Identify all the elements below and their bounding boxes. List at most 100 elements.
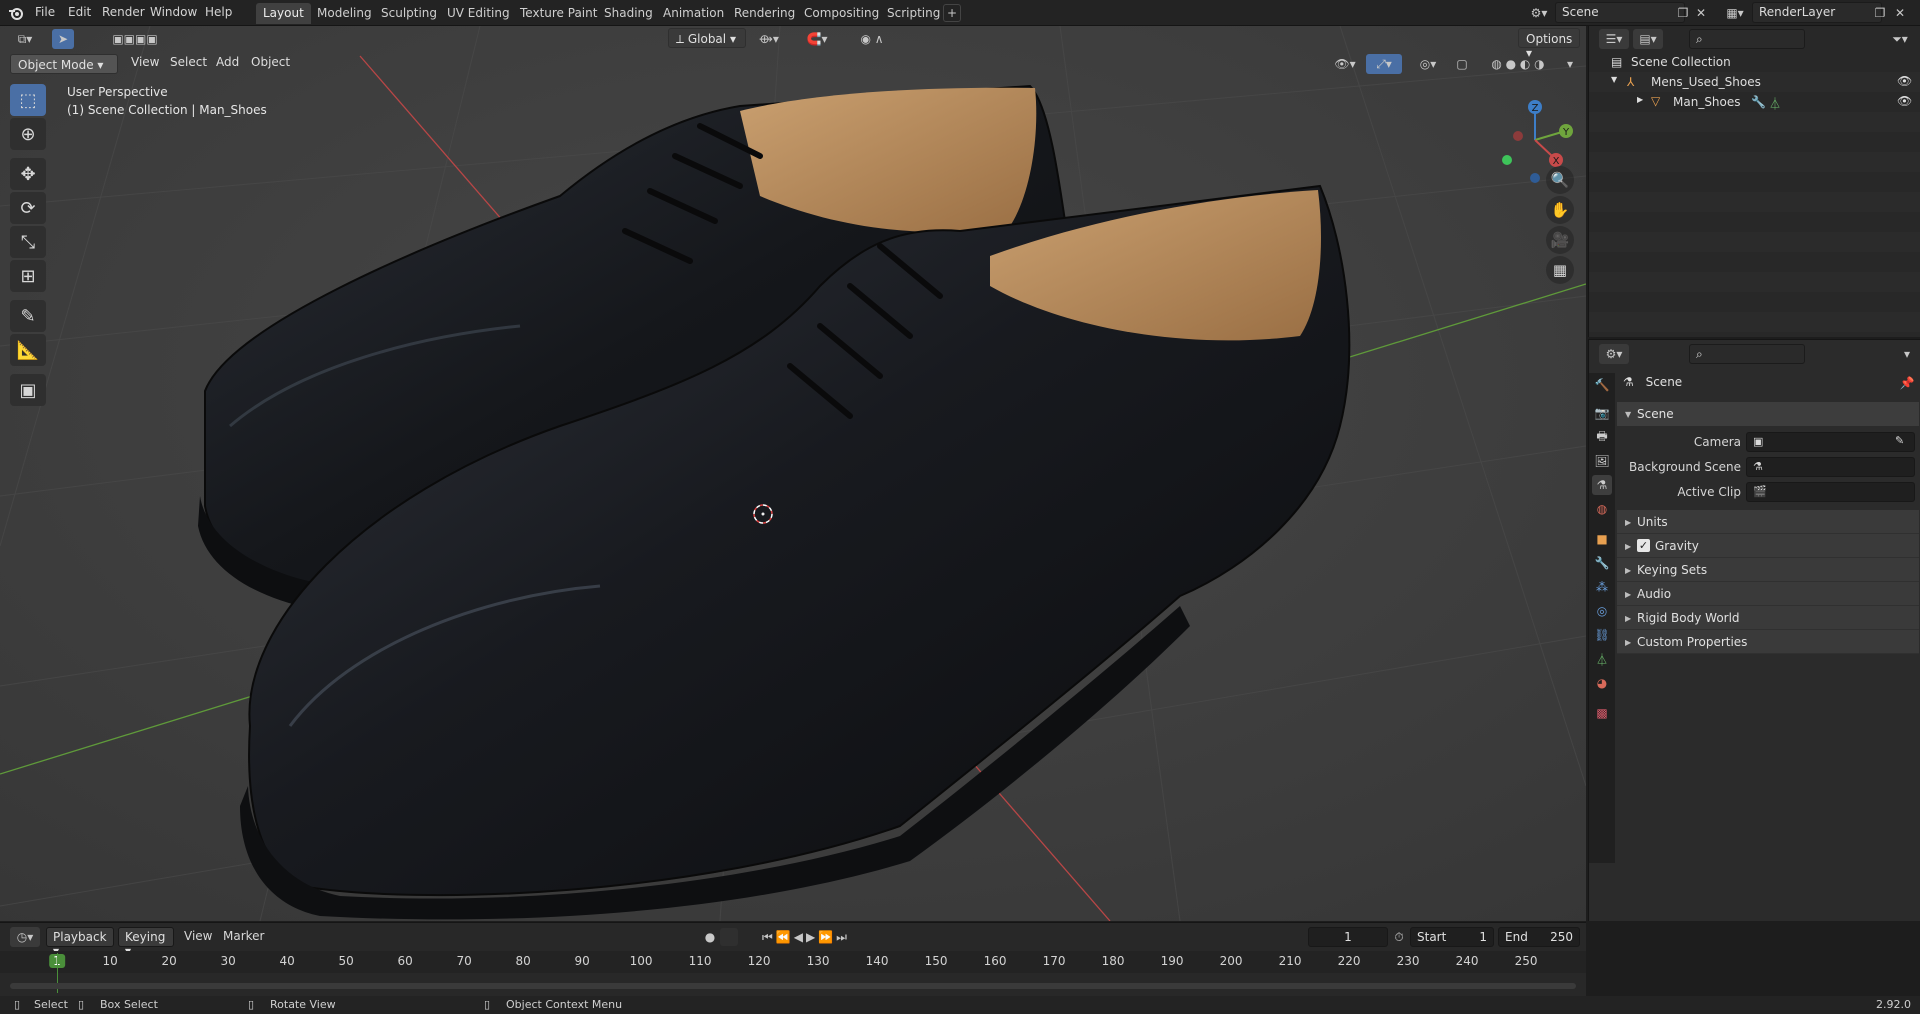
tab-texture-paint[interactable]: Texture Paint: [513, 3, 604, 24]
eyedropper-icon[interactable]: ✎: [1895, 434, 1904, 447]
physics-tab-icon[interactable]: ◎: [1592, 601, 1612, 621]
background-scene-field[interactable]: ⚗: [1746, 457, 1915, 477]
display-mode-icon[interactable]: ▤▾: [1633, 29, 1663, 49]
tab-shading[interactable]: Shading: [597, 3, 660, 24]
texture-tab-icon[interactable]: ▩: [1592, 703, 1612, 723]
gravity-panel-header[interactable]: ▶ ✓ Gravity: [1617, 534, 1919, 558]
select-mode-icon[interactable]: ➤: [52, 29, 74, 49]
scene-panel-header[interactable]: ▼ Scene: [1617, 402, 1919, 426]
rotate-tool-icon[interactable]: ⟳: [10, 192, 46, 224]
view-layer-browse-icon[interactable]: ▦▾: [1720, 3, 1750, 23]
viewport-menu-select[interactable]: Select: [170, 55, 207, 69]
scene-browse-icon[interactable]: ⚙▾: [1524, 3, 1554, 23]
3d-viewport[interactable]: ⧉▾ ➤ ▣▣▣▣ Object Mode ▾ View Select Add …: [0, 26, 1586, 921]
select-box-tool-icon[interactable]: ⬚: [10, 84, 46, 116]
eye-icon[interactable]: 👁: [1897, 74, 1912, 88]
visibility-icon[interactable]: 👁▾: [1330, 54, 1360, 74]
modifiers-tab-icon[interactable]: 🔧: [1592, 553, 1612, 573]
tab-animation[interactable]: Animation: [656, 3, 731, 24]
selection-modes-icon[interactable]: ▣▣▣▣: [88, 29, 182, 49]
camera-view-icon[interactable]: 🎥: [1546, 226, 1574, 254]
gravity-checkbox[interactable]: ✓: [1637, 539, 1650, 552]
shading-options-icon[interactable]: ▾: [1562, 54, 1578, 74]
new-view-layer-icon[interactable]: ❐: [1872, 3, 1888, 23]
pin-icon[interactable]: 📌: [1899, 375, 1915, 391]
audio-panel-header[interactable]: ▶ Audio: [1617, 582, 1919, 606]
modifier-wrench-icon[interactable]: 🔧: [1751, 95, 1766, 109]
scene-name-field[interactable]: Scene: [1555, 2, 1685, 23]
properties-editor-type-icon[interactable]: ⚙▾: [1599, 344, 1629, 364]
shading-modes-icon[interactable]: ◍ ● ◐ ◑: [1478, 54, 1558, 74]
outliner-row-object[interactable]: ▶ ▽ Man_Shoes 🔧 ⏃ 👁: [1589, 92, 1920, 112]
expand-arrow-icon[interactable]: ▼: [1611, 75, 1617, 84]
rigid-body-world-panel-header[interactable]: ▶ Rigid Body World: [1617, 606, 1919, 630]
custom-properties-panel-header[interactable]: ▶ Custom Properties: [1617, 630, 1919, 654]
filter-icon[interactable]: ⏷▾: [1885, 29, 1915, 49]
blender-logo-icon[interactable]: [6, 3, 26, 23]
move-tool-icon[interactable]: ✥: [10, 158, 46, 190]
delete-view-layer-icon[interactable]: ✕: [1892, 3, 1908, 23]
ortho-grid-icon[interactable]: ▦: [1546, 256, 1574, 284]
xray-icon[interactable]: ▢: [1452, 54, 1472, 74]
menu-help[interactable]: Help: [205, 5, 232, 19]
gizmos-icon[interactable]: ⤢▾: [1366, 54, 1402, 74]
tool-tab-icon[interactable]: 🔨: [1592, 375, 1612, 395]
viewport-menu-add[interactable]: Add: [216, 55, 239, 69]
constraints-tab-icon[interactable]: ⛓: [1592, 625, 1612, 645]
outliner-row-collection[interactable]: ▼ ⅄ Mens_Used_Shoes 👁: [1589, 72, 1920, 92]
frame-tick-label: 120: [747, 954, 771, 968]
transform-orientation-dropdown[interactable]: ⟂ Global ▾: [668, 28, 746, 48]
new-scene-icon[interactable]: ❐: [1675, 3, 1691, 23]
object-mode-dropdown[interactable]: Object Mode ▾: [10, 54, 118, 74]
data-tab-icon[interactable]: ⏃: [1592, 649, 1612, 669]
annotate-tool-icon[interactable]: ✎: [10, 300, 46, 332]
snapping-icon[interactable]: 🧲▾: [790, 29, 844, 49]
scale-tool-icon[interactable]: ⤡: [10, 226, 46, 258]
view-layer-field[interactable]: RenderLayer: [1752, 2, 1882, 23]
zoom-icon[interactable]: 🔍: [1546, 166, 1574, 194]
menu-edit[interactable]: Edit: [68, 5, 91, 19]
object-tab-icon[interactable]: ■: [1592, 529, 1612, 549]
add-workspace-icon[interactable]: +: [943, 4, 961, 22]
add-cube-tool-icon[interactable]: ▣: [10, 374, 46, 406]
tab-uv-editing[interactable]: UV Editing: [440, 3, 517, 24]
outliner-search-input[interactable]: ⌕: [1689, 29, 1805, 49]
keying-sets-panel-header[interactable]: ▶ Keying Sets: [1617, 558, 1919, 582]
properties-options-icon[interactable]: ▾: [1897, 344, 1917, 364]
menu-window[interactable]: Window: [150, 5, 197, 19]
proportional-editing-icon[interactable]: ◉ ∧: [850, 29, 894, 49]
tab-layout[interactable]: Layout: [256, 3, 311, 24]
tab-compositing[interactable]: Compositing: [797, 3, 886, 24]
tab-sculpting[interactable]: Sculpting: [374, 3, 444, 24]
outliner-editor-type-icon[interactable]: ☰▾: [1599, 29, 1629, 49]
menu-file[interactable]: File: [35, 5, 55, 19]
viewport-menu-object[interactable]: Object: [251, 55, 290, 69]
eye-icon[interactable]: 👁: [1897, 94, 1912, 108]
active-clip-field[interactable]: 🎬: [1746, 482, 1915, 502]
outliner-row-scene-collection[interactable]: ▤ Scene Collection: [1589, 52, 1920, 72]
timeline-scrollbar[interactable]: [10, 983, 1576, 989]
camera-field[interactable]: ▣ ✎: [1746, 432, 1915, 452]
tab-rendering[interactable]: Rendering: [727, 3, 802, 24]
pivot-point-icon[interactable]: ⟴▾: [752, 29, 786, 49]
material-tab-icon[interactable]: ◕: [1592, 673, 1612, 693]
measure-tool-icon[interactable]: 📐: [10, 334, 46, 366]
pan-hand-icon[interactable]: ✋: [1546, 196, 1574, 224]
world-tab-icon[interactable]: ◍: [1592, 499, 1612, 519]
viewport-menu-view[interactable]: View: [131, 55, 159, 69]
overlays-icon[interactable]: ◎▾: [1410, 54, 1446, 74]
transform-tool-icon[interactable]: ⊞: [10, 260, 46, 292]
delete-scene-icon[interactable]: ✕: [1693, 3, 1709, 23]
render-tab-icon[interactable]: 📷: [1592, 403, 1612, 423]
options-dropdown[interactable]: Options ▾: [1518, 28, 1580, 60]
cursor-tool-icon[interactable]: ⊕: [10, 118, 46, 150]
tab-scripting[interactable]: Scripting: [880, 3, 947, 24]
particles-tab-icon[interactable]: ⁂: [1592, 577, 1612, 597]
menu-render[interactable]: Render: [102, 5, 145, 19]
mesh-data-icon[interactable]: ⏃: [1769, 95, 1781, 112]
tab-modeling[interactable]: Modeling: [310, 3, 379, 24]
properties-search-input[interactable]: ⌕: [1689, 344, 1805, 364]
expand-arrow-icon[interactable]: ▶: [1637, 95, 1643, 104]
units-panel-header[interactable]: ▶ Units: [1617, 510, 1919, 534]
editor-type-icon[interactable]: ⧉▾: [10, 29, 40, 49]
